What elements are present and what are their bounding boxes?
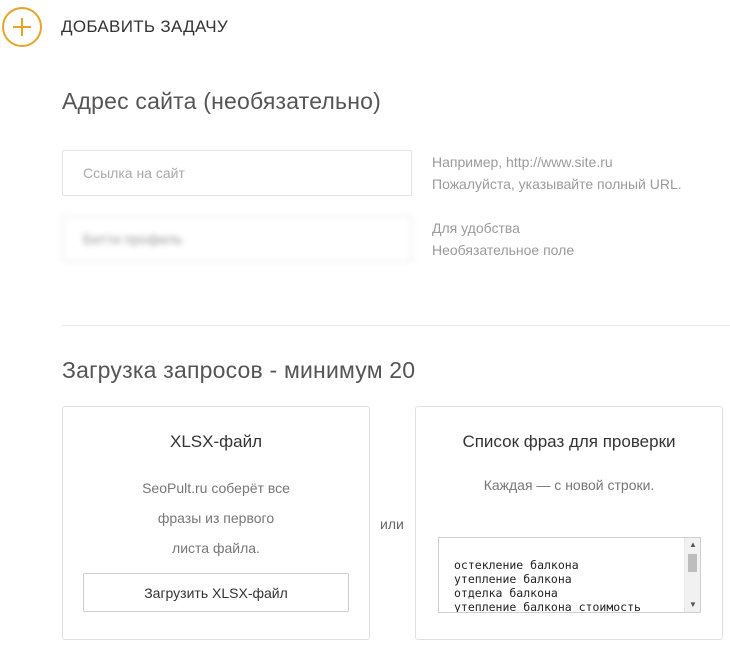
xlsx-card-description: SeoPult.ru соберёт все фразы из первого … — [63, 473, 369, 563]
triangle-up-icon[interactable]: ▲ — [685, 538, 700, 552]
site-url-hint-line1: Например, http://www.site.ru — [432, 154, 613, 170]
upload-xlsx-button[interactable]: Загрузить XLSX-файл — [83, 573, 349, 612]
phrases-textarea[interactable] — [439, 538, 684, 612]
phrase-list-card-title: Список фраз для проверки — [462, 432, 676, 451]
phrase-list-description: Каждая — с новой строки. — [483, 477, 655, 493]
triangle-down-icon[interactable]: ▼ — [685, 598, 700, 612]
xlsx-desc-line1: SeoPult.ru соберёт все — [142, 480, 290, 496]
xlsx-desc-line3: листа файла. — [172, 540, 260, 556]
phrases-scrollbar[interactable]: ▲ ▼ — [684, 538, 700, 612]
header: ДОБАВИТЬ ЗАДАЧУ — [0, 6, 228, 48]
plus-circle-icon[interactable] — [2, 7, 42, 47]
or-separator: или — [380, 516, 404, 532]
site-url-input[interactable] — [62, 150, 412, 196]
site-url-hint-line2: Пожалуйста, указывайте полный URL. — [432, 176, 682, 192]
profile-name-input[interactable] — [62, 216, 412, 262]
section-divider — [62, 325, 730, 326]
profile-name-hint: Для удобства Необязательное поле — [432, 217, 574, 261]
scroll-thumb[interactable] — [688, 554, 697, 572]
xlsx-card: XLSX-файл SeoPult.ru соберёт все фразы и… — [62, 406, 370, 640]
phrase-list-card: Список фраз для проверки Каждая — с ново… — [415, 406, 723, 640]
add-task-page: ДОБАВИТЬ ЗАДАЧУ Адрес сайта (необязатель… — [0, 0, 730, 647]
xlsx-card-title: XLSX-файл — [170, 432, 262, 451]
phrases-box: ▲ ▼ — [438, 537, 701, 613]
profile-name-hint-line2: Необязательное поле — [432, 242, 575, 258]
site-url-hint: Например, http://www.site.ru Пожалуйста,… — [432, 151, 682, 195]
xlsx-desc-line2: фразы из первого — [157, 510, 275, 526]
site-section-title: Адрес сайта (необязательно) — [62, 88, 381, 114]
profile-name-hint-line1: Для удобства — [432, 220, 520, 236]
upload-section-title: Загрузка запросов - минимум 20 — [62, 357, 416, 383]
header-title[interactable]: ДОБАВИТЬ ЗАДАЧУ — [61, 17, 228, 37]
